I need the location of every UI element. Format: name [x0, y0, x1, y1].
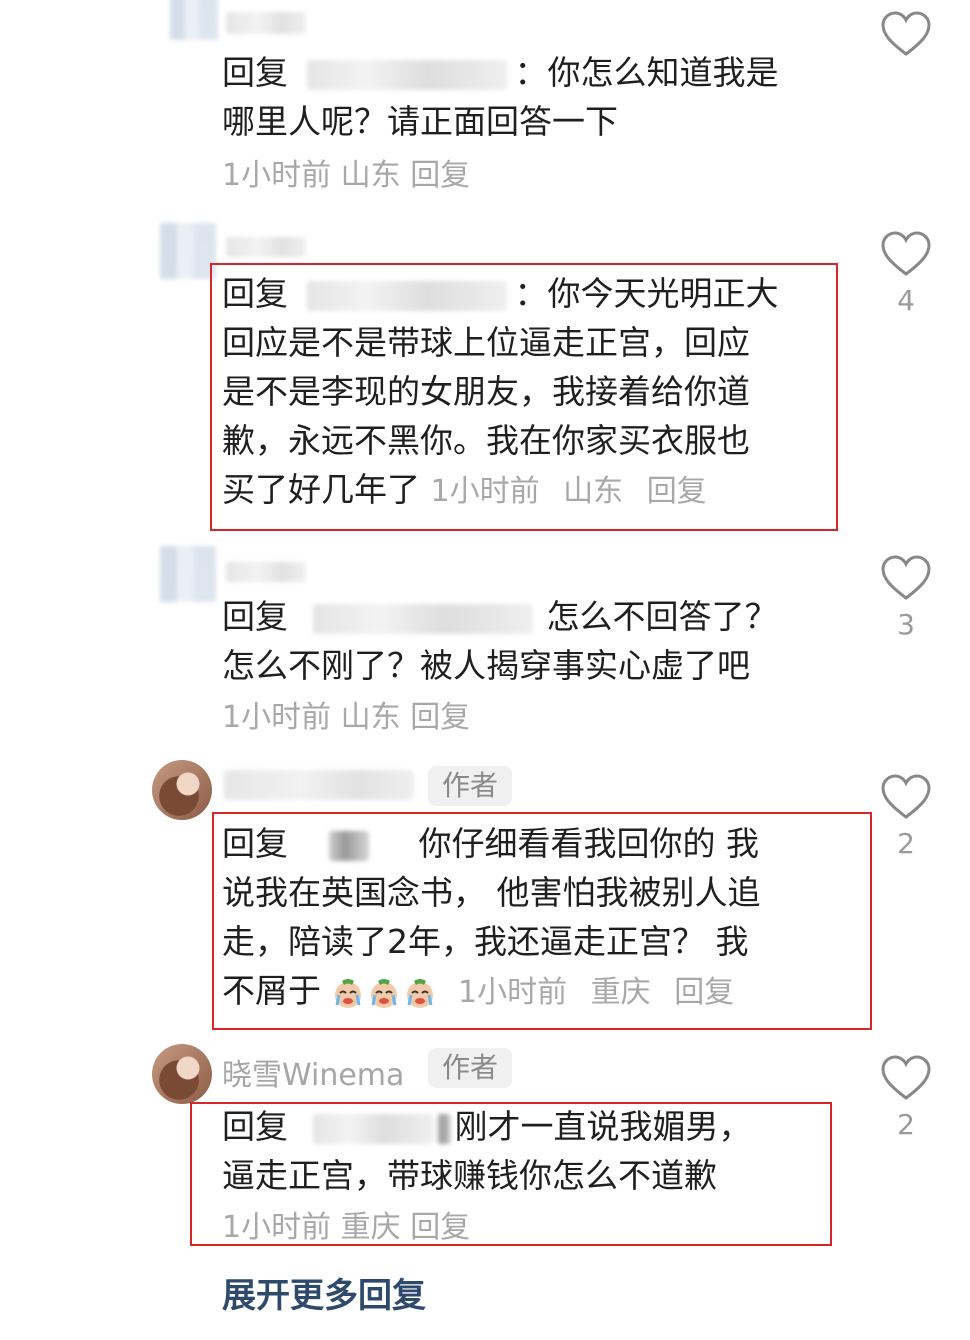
username-masked[interactable]	[226, 237, 306, 257]
username[interactable]: 晓雪Winema	[222, 1050, 404, 1094]
heart-icon	[881, 774, 931, 819]
expand-more-replies[interactable]: 展开更多回复	[222, 1268, 426, 1317]
text-line-2: 怎么不刚了？被人揭穿事实心虚了吧	[222, 646, 750, 685]
like-button[interactable]: 2	[878, 1054, 934, 1141]
heart-icon	[881, 555, 931, 600]
comment-text: 回复 ：你怎么知道我是 哪里人呢？请正面回答一下	[222, 48, 779, 146]
avatar[interactable]	[170, 0, 218, 40]
reply-prefix: 回复	[222, 53, 288, 92]
reply-button[interactable]: 回复	[410, 700, 470, 735]
avatar[interactable]	[160, 546, 216, 602]
username-masked[interactable]	[224, 770, 414, 800]
avatar[interactable]	[152, 1044, 212, 1104]
masked-mention	[312, 603, 533, 634]
like-button[interactable]	[878, 10, 934, 58]
comment-text: 回复 怎么不回答了？ 怎么不刚了？被人揭穿事实心虚了吧	[222, 592, 778, 690]
comment-meta: 1小时前 山东 回复	[222, 692, 470, 736]
author-badge: 作者	[428, 766, 513, 806]
username-masked[interactable]	[226, 562, 306, 582]
like-count: 2	[897, 827, 915, 860]
highlight-box	[212, 812, 872, 1030]
text-first-line: 怎么不回答了？	[546, 597, 778, 636]
highlight-box	[190, 1102, 832, 1246]
location: 山东	[340, 158, 401, 193]
avatar[interactable]	[152, 760, 212, 820]
avatar[interactable]	[160, 223, 216, 279]
like-count: 4	[897, 284, 915, 317]
text-line-2: 哪里人呢？请正面回答一下	[222, 102, 618, 141]
reply-prefix: 回复	[222, 597, 288, 636]
text-line-1: ：你怎么知道我是	[514, 53, 779, 92]
like-button[interactable]: 3	[878, 554, 934, 641]
like-count: 2	[897, 1108, 915, 1141]
timestamp: 1小时前	[222, 700, 332, 735]
author-badge: 作者	[428, 1048, 513, 1088]
comment-1: 回复 ：你怎么知道我是 哪里人呢？请正面回答一下 1小时前 山东 回复	[0, 0, 970, 200]
location: 山东	[340, 700, 401, 735]
like-count: 3	[897, 608, 915, 641]
like-button[interactable]: 4	[878, 230, 934, 317]
like-button[interactable]: 2	[878, 773, 934, 860]
heart-icon	[881, 1055, 931, 1100]
heart-icon	[881, 11, 931, 56]
comment-meta: 1小时前 山东 回复	[222, 150, 470, 194]
masked-mention	[306, 59, 507, 90]
highlight-box	[210, 263, 838, 531]
username-masked[interactable]	[226, 12, 306, 34]
comment-3: 回复 怎么不回答了？ 怎么不刚了？被人揭穿事实心虚了吧 1小时前 山东 回复 3	[0, 540, 970, 740]
reply-button[interactable]: 回复	[410, 158, 470, 193]
timestamp: 1小时前	[222, 158, 332, 193]
heart-icon	[881, 231, 931, 276]
